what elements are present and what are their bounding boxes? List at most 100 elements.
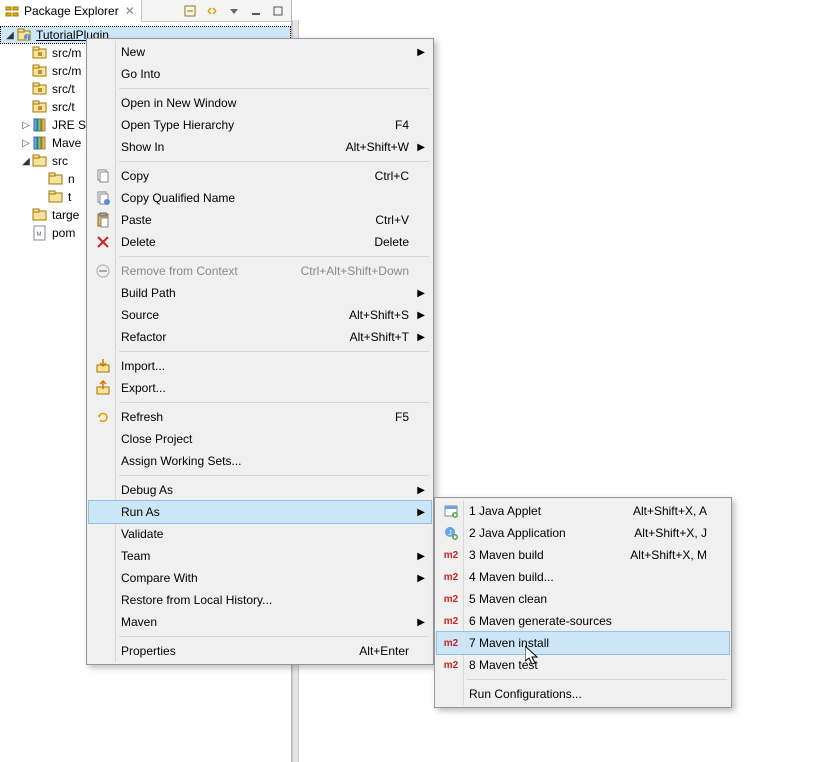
menu-item[interactable]: Close Project <box>89 428 431 450</box>
menu-item[interactable]: Restore from Local History... <box>89 589 431 611</box>
view-menu-button[interactable] <box>225 2 243 20</box>
menu-item-label: 3 Maven build <box>469 548 544 562</box>
svg-text:J: J <box>448 530 452 537</box>
menu-item-label: Open in New Window <box>121 96 236 110</box>
menu-item-label: 6 Maven generate-sources <box>469 614 612 628</box>
menu-item-label: Open Type Hierarchy <box>121 118 234 132</box>
submenu-arrow-icon: ▶ <box>417 332 425 343</box>
menu-item[interactable]: 1 Java AppletAlt+Shift+X, A <box>437 500 729 522</box>
menu-item-label: Refresh <box>121 410 163 424</box>
menu-item-shortcut: Alt+Shift+X, A <box>593 504 707 518</box>
menu-item[interactable]: RefreshF5 <box>89 406 431 428</box>
menu-separator <box>119 88 429 89</box>
view-tab[interactable]: Package Explorer ✕ <box>0 0 142 22</box>
maximize-button[interactable] <box>269 2 287 20</box>
menu-item[interactable]: J2 Java ApplicationAlt+Shift+X, J <box>437 522 729 544</box>
menu-item-label: Restore from Local History... <box>121 593 272 607</box>
menu-item[interactable]: Go Into <box>89 63 431 85</box>
expander-open-icon[interactable]: ◢ <box>4 30 16 41</box>
menu-item[interactable]: PropertiesAlt+Enter <box>89 640 431 662</box>
menu-item[interactable]: m26 Maven generate-sources <box>437 610 729 632</box>
link-with-editor-button[interactable] <box>203 2 221 20</box>
m2-icon: m2 <box>442 546 460 564</box>
pkgfolder-icon <box>32 63 48 79</box>
submenu-arrow-icon: ▶ <box>417 573 425 584</box>
menu-separator <box>119 475 429 476</box>
menu-item-label: 7 Maven install <box>469 636 549 650</box>
view-tab-title: Package Explorer <box>24 4 119 18</box>
menu-item[interactable]: Copy Qualified Name <box>89 187 431 209</box>
menu-item[interactable]: Team▶ <box>89 545 431 567</box>
menu-item[interactable]: PasteCtrl+V <box>89 209 431 231</box>
menu-item-label: 4 Maven build... <box>469 570 554 584</box>
menu-item[interactable]: Debug As▶ <box>89 479 431 501</box>
submenu-arrow-icon: ▶ <box>417 288 425 299</box>
menu-item[interactable]: New▶ <box>89 41 431 63</box>
svg-text:J: J <box>26 36 29 42</box>
tree-item-label: src <box>52 154 68 168</box>
m2-icon: m2 <box>442 568 460 586</box>
menu-item[interactable]: Maven▶ <box>89 611 431 633</box>
menu-item[interactable]: Open Type Hierarchy F4 <box>89 114 431 136</box>
folder-icon <box>32 207 48 223</box>
menu-item[interactable]: m2 4 Maven build... <box>437 566 729 588</box>
menu-item[interactable]: m27 Maven install <box>436 631 730 655</box>
menu-item[interactable]: Compare With▶ <box>89 567 431 589</box>
menu-item-label: 2 Java Application <box>469 526 566 540</box>
package-explorer-icon <box>4 3 20 19</box>
copy-icon <box>94 167 112 185</box>
menu-item[interactable]: Import... <box>89 355 431 377</box>
menu-item[interactable]: m2 8 Maven test <box>437 654 729 676</box>
tree-item-label: n <box>68 172 75 186</box>
expander-closed-icon[interactable]: ▷ <box>20 120 32 131</box>
expander-open-icon[interactable]: ◢ <box>20 156 32 167</box>
menu-item[interactable]: Assign Working Sets... <box>89 450 431 472</box>
paste-icon <box>94 211 112 229</box>
tree-item-label: src/m <box>52 46 81 60</box>
view-toolbar <box>177 2 291 20</box>
menu-item-label: Go Into <box>121 67 160 81</box>
menu-item-label: 8 Maven test <box>469 658 538 672</box>
close-icon[interactable]: ✕ <box>125 4 135 18</box>
library-icon <box>32 117 48 133</box>
menu-item[interactable]: RefactorAlt+Shift+T▶ <box>89 326 431 348</box>
menu-item-shortcut: Ctrl+V <box>335 213 409 227</box>
menu-separator <box>119 351 429 352</box>
menu-item[interactable]: SourceAlt+Shift+S▶ <box>89 304 431 326</box>
m2-icon: m2 <box>442 656 460 674</box>
tree-item-label: JRE S <box>52 118 86 132</box>
menu-item-label: Run Configurations... <box>469 687 582 701</box>
collapse-all-button[interactable] <box>181 2 199 20</box>
menu-item-label: Refactor <box>121 330 166 344</box>
menu-item-label: Remove from Context <box>121 264 238 278</box>
menu-item[interactable]: Build Path▶ <box>89 282 431 304</box>
menu-item-label: Properties <box>121 644 176 658</box>
project-icon: J <box>16 27 32 43</box>
submenu-arrow-icon: ▶ <box>417 310 425 321</box>
menu-item-shortcut: F4 <box>355 118 409 132</box>
menu-item[interactable]: m25 Maven clean <box>437 588 729 610</box>
menu-item[interactable]: Validate <box>89 523 431 545</box>
menu-item[interactable]: Run As▶ <box>88 500 432 524</box>
menu-item-label: 5 Maven clean <box>469 592 547 606</box>
pkgfolder-icon <box>32 99 48 115</box>
menu-item-shortcut: Alt+Shift+S <box>309 308 409 322</box>
expander-closed-icon[interactable]: ▷ <box>20 138 32 149</box>
tree-item-label: targe <box>52 208 79 222</box>
tree-item-label: src/t <box>52 82 75 96</box>
menu-item[interactable]: CopyCtrl+C <box>89 165 431 187</box>
submenu-arrow-icon: ▶ <box>417 47 425 58</box>
menu-item-label: Copy <box>121 169 149 183</box>
menu-item[interactable]: Open in New Window <box>89 92 431 114</box>
menu-item-shortcut: Alt+Shift+X, M <box>590 548 707 562</box>
menu-separator <box>467 679 727 680</box>
menu-item-shortcut: Alt+Shift+W <box>306 140 409 154</box>
menu-item-label: Close Project <box>121 432 192 446</box>
menu-item-label: Validate <box>121 527 163 541</box>
menu-item[interactable]: Export... <box>89 377 431 399</box>
menu-item[interactable]: Show InAlt+Shift+W▶ <box>89 136 431 158</box>
menu-item[interactable]: DeleteDelete <box>89 231 431 253</box>
menu-item[interactable]: m2 3 Maven build Alt+Shift+X, M <box>437 544 729 566</box>
menu-item[interactable]: Run Configurations... <box>437 683 729 705</box>
minimize-button[interactable] <box>247 2 265 20</box>
